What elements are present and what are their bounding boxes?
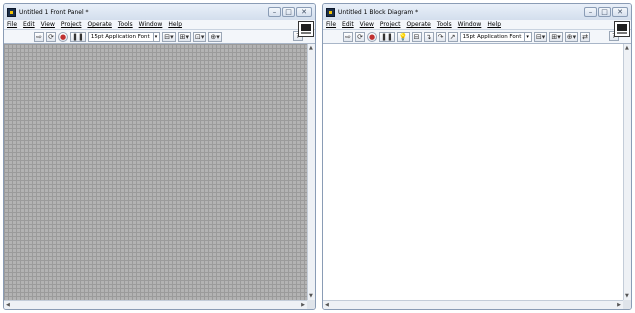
step-into-icon[interactable]: ↴: [423, 31, 434, 42]
horizontal-scrollbar[interactable]: ◀ ▶: [4, 300, 307, 309]
front-panel-canvas[interactable]: [4, 44, 307, 300]
menu-file[interactable]: File: [7, 21, 17, 28]
scroll-down-icon[interactable]: ▼: [309, 293, 313, 299]
front-panel-toolbar: ⇨ ⟳ ● ❚❚ 15pt Application Font ▾ ⊟▾ ⊞▾ ⊡…: [4, 21, 315, 44]
resize-objects-icon[interactable]: ⊡▾: [193, 31, 207, 42]
run-continuously-icon[interactable]: ⟳: [46, 31, 56, 42]
vi-icon[interactable]: [298, 21, 314, 37]
menu-help[interactable]: Help: [487, 21, 501, 28]
menu-window[interactable]: Window: [139, 21, 163, 28]
distribute-objects-icon[interactable]: ⊞▾: [549, 31, 563, 42]
scroll-up-icon[interactable]: ▲: [309, 45, 313, 51]
menu-window[interactable]: Window: [458, 21, 482, 28]
block-diagram-title: Untitled 1 Block Diagram *: [338, 8, 419, 16]
close-button[interactable]: ✕: [612, 7, 628, 17]
minimize-button[interactable]: –: [268, 7, 281, 17]
maximize-button[interactable]: □: [598, 7, 611, 17]
scroll-right-icon[interactable]: ▶: [301, 302, 305, 308]
clean-up-diagram-icon[interactable]: ⇄: [580, 31, 591, 42]
pause-icon[interactable]: ❚❚: [379, 31, 395, 42]
menu-project[interactable]: Project: [380, 21, 401, 28]
step-over-icon[interactable]: ↷: [435, 31, 446, 42]
menu-file[interactable]: File: [326, 21, 336, 28]
scroll-left-icon[interactable]: ◀: [325, 302, 329, 308]
run-continuously-icon[interactable]: ⟳: [355, 31, 365, 42]
scroll-down-icon[interactable]: ▼: [625, 293, 629, 299]
font-select-value: 15pt Application Font: [90, 33, 150, 40]
menu-operate[interactable]: Operate: [406, 21, 430, 28]
menu-view[interactable]: View: [41, 21, 55, 28]
front-panel-menu-bar: File Edit View Project Operate Tools Win…: [4, 20, 315, 30]
scrollbar-corner: [623, 300, 631, 309]
menu-edit[interactable]: Edit: [342, 21, 354, 28]
chevron-down-icon: ▾: [524, 32, 529, 41]
chevron-down-icon: ▾: [152, 32, 158, 41]
align-objects-icon[interactable]: ⊟▾: [533, 31, 548, 42]
front-panel-window: Untitled 1 Front Panel * – □ ✕ File Edit…: [3, 3, 316, 310]
reorder-icon[interactable]: ⊕▾: [208, 31, 222, 42]
menu-tools[interactable]: Tools: [437, 21, 452, 28]
run-arrow-icon[interactable]: ⇨: [343, 31, 353, 42]
run-arrow-icon[interactable]: ⇨: [34, 31, 44, 42]
menu-tools[interactable]: Tools: [118, 21, 133, 28]
minimize-button[interactable]: –: [584, 7, 597, 17]
font-select[interactable]: 15pt Application Font ▾: [459, 31, 532, 42]
maximize-button[interactable]: □: [282, 7, 295, 17]
menu-operate[interactable]: Operate: [87, 21, 111, 28]
block-diagram-toolbar: ⇨ ⟳ ● ❚❚ 💡 ⊟ ↴ ↷ ↗ 15pt Application Font…: [323, 21, 631, 44]
font-select[interactable]: 15pt Application Font ▾: [87, 31, 161, 42]
close-button[interactable]: ✕: [296, 7, 312, 17]
abort-execution-icon[interactable]: ●: [58, 31, 69, 42]
align-objects-icon[interactable]: ⊟▾: [162, 31, 176, 42]
front-panel-title-bar[interactable]: Untitled 1 Front Panel * – □ ✕: [4, 4, 315, 20]
scroll-left-icon[interactable]: ◀: [6, 302, 10, 308]
scroll-up-icon[interactable]: ▲: [625, 45, 629, 51]
font-select-value: 15pt Application Font: [462, 33, 522, 40]
horizontal-scrollbar[interactable]: ◀ ▶: [323, 300, 623, 309]
block-diagram-menu-bar: File Edit View Project Operate Tools Win…: [323, 20, 631, 30]
retain-wire-values-icon[interactable]: ⊟: [411, 31, 422, 42]
menu-project[interactable]: Project: [61, 21, 82, 28]
vi-icon[interactable]: [614, 21, 630, 37]
front-panel-title: Untitled 1 Front Panel *: [19, 8, 89, 16]
highlight-execution-icon[interactable]: 💡: [396, 31, 410, 42]
scrollbar-corner: [307, 300, 315, 309]
vertical-scrollbar[interactable]: ▲ ▼: [623, 44, 631, 300]
menu-view[interactable]: View: [360, 21, 374, 28]
labview-app-icon: [7, 7, 16, 17]
block-diagram-title-bar[interactable]: Untitled 1 Block Diagram * – □ ✕: [323, 4, 631, 20]
reorder-icon[interactable]: ⊕▾: [564, 31, 579, 42]
block-diagram-canvas[interactable]: [323, 44, 623, 300]
step-out-icon[interactable]: ↗: [447, 31, 458, 42]
block-diagram-window: Untitled 1 Block Diagram * – □ ✕ File Ed…: [322, 3, 632, 310]
scroll-right-icon[interactable]: ▶: [617, 302, 621, 308]
abort-execution-icon[interactable]: ●: [367, 31, 378, 42]
pause-icon[interactable]: ❚❚: [70, 31, 86, 42]
distribute-objects-icon[interactable]: ⊞▾: [177, 31, 191, 42]
menu-edit[interactable]: Edit: [23, 21, 35, 28]
labview-app-icon: [326, 7, 335, 17]
vertical-scrollbar[interactable]: ▲ ▼: [307, 44, 315, 300]
menu-help[interactable]: Help: [168, 21, 182, 28]
